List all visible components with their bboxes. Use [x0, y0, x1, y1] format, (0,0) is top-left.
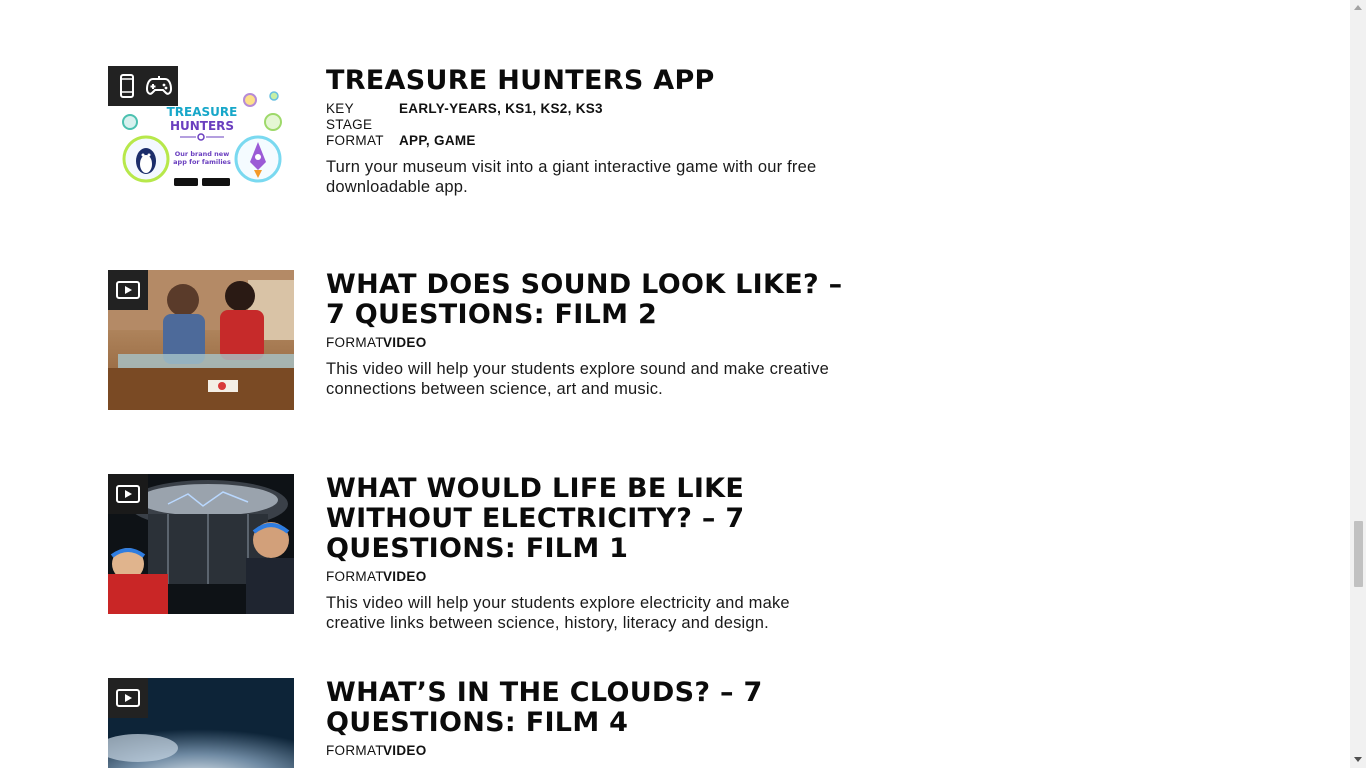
- thumbnail-title-line2: HUNTERS: [170, 119, 234, 133]
- resource-thumbnail[interactable]: [108, 270, 294, 410]
- resource-thumbnail[interactable]: [108, 474, 294, 614]
- resource-meta: KEY STAGE EARLY-YEARS, KS1, KS2, KS3 FOR…: [326, 101, 846, 149]
- resource-title[interactable]: WHAT’S IN THE CLOUDS? – 7 QUESTIONS: FIL…: [326, 678, 846, 738]
- key-stage-label: KEY STAGE: [326, 101, 373, 132]
- video-play-icon: [112, 270, 144, 310]
- game-controller-icon: [143, 66, 175, 106]
- thumbnail-tagline: Our brand new app for families: [173, 150, 231, 166]
- scroll-up-arrow-icon[interactable]: [1354, 5, 1362, 10]
- video-play-icon: [112, 474, 144, 514]
- format-badge: [108, 66, 178, 106]
- format-label: FORMAT: [326, 335, 384, 350]
- resource-title[interactable]: WHAT DOES SOUND LOOK LIKE? – 7 QUESTIONS…: [326, 270, 846, 330]
- format-value: VIDEO: [383, 569, 427, 584]
- resource-meta: FORMAT VIDEO: [326, 335, 846, 351]
- format-badge: [108, 474, 148, 514]
- scroll-down-arrow-icon[interactable]: [1354, 757, 1362, 762]
- thumbnail-title-line1: TREASURE: [167, 105, 238, 119]
- format-value: VIDEO: [383, 335, 427, 350]
- resource-description: Turn your museum visit into a giant inte…: [326, 158, 817, 196]
- format-label: FORMAT: [326, 743, 384, 758]
- resource-description: This video will help your students explo…: [326, 360, 829, 398]
- resource-description: This video will help your students explo…: [326, 594, 790, 632]
- format-value: APP, GAME: [399, 133, 476, 148]
- resource-thumbnail[interactable]: TREASURE HUNTERS Our brand new app for f…: [108, 66, 294, 206]
- resource-title[interactable]: WHAT WOULD LIFE BE LIKE WITHOUT ELECTRIC…: [326, 474, 846, 564]
- resource-list: TREASURE HUNTERS Our brand new app for f…: [0, 0, 1350, 768]
- mobile-phone-icon: [111, 66, 143, 106]
- resource-thumbnail[interactable]: [108, 678, 294, 768]
- resource-meta: FORMAT VIDEO: [326, 743, 846, 759]
- resource-meta: FORMAT VIDEO: [326, 569, 846, 585]
- resource-title[interactable]: TREASURE HUNTERS APP: [326, 66, 846, 96]
- format-badge: [108, 678, 148, 718]
- format-label: FORMAT: [326, 133, 384, 148]
- format-value: VIDEO: [383, 743, 427, 758]
- video-play-icon: [112, 678, 144, 718]
- page-scrollbar[interactable]: [1350, 0, 1366, 768]
- scrollbar-thumb[interactable]: [1354, 521, 1363, 587]
- key-stage-value: EARLY-YEARS, KS1, KS2, KS3: [399, 101, 603, 116]
- format-badge: [108, 270, 148, 310]
- format-label: FORMAT: [326, 569, 384, 584]
